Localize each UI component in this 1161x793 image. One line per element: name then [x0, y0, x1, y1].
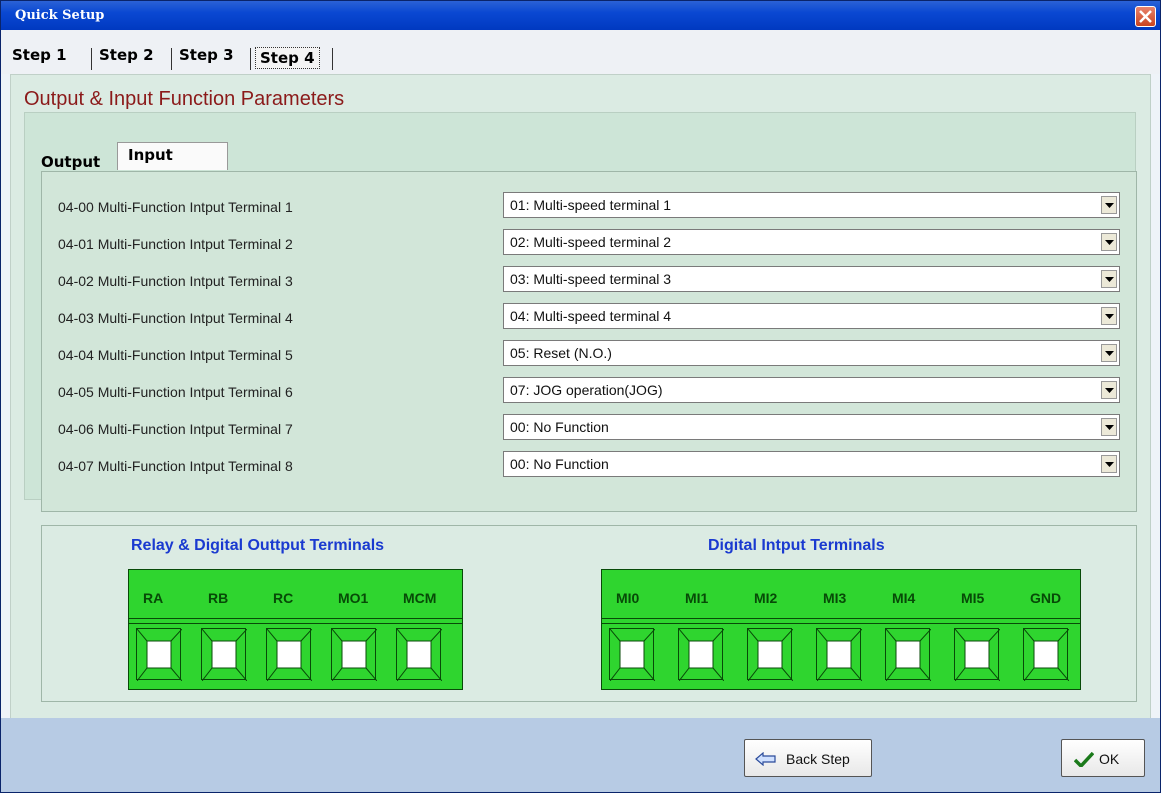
terminal-screw-icon — [748, 629, 793, 681]
terminal-screw-icon — [610, 629, 655, 681]
chevron-down-icon[interactable] — [1101, 307, 1117, 325]
tab-separator — [250, 48, 251, 70]
terminal-screw-icon — [267, 629, 312, 681]
param-label: 04-05 Multi-Function Intput Terminal 6 — [58, 384, 293, 400]
param-select-value: 01: Multi-speed terminal 1 — [510, 197, 672, 213]
chevron-down-icon[interactable] — [1101, 344, 1117, 362]
terminal-label: RC — [273, 590, 294, 606]
back-step-button[interactable]: Back Step — [744, 739, 872, 777]
terminal-screw-icon — [332, 629, 377, 681]
terminal-label: RB — [208, 590, 229, 606]
terminal-screw-icon — [679, 629, 724, 681]
param-label: 04-03 Multi-Function Intput Terminal 4 — [58, 310, 293, 326]
param-select[interactable]: 00: No Function — [503, 414, 1120, 440]
terminal-label: MI4 — [892, 590, 916, 606]
window-title: Quick Setup — [15, 8, 105, 23]
param-select[interactable]: 00: No Function — [503, 451, 1120, 477]
terminal-plug — [954, 628, 1000, 681]
terminal-label: GND — [1030, 590, 1062, 606]
tab-step-4[interactable]: Step 4 — [255, 47, 320, 69]
tab-step-3[interactable]: Step 3 — [179, 46, 234, 64]
relay-terminals-title: Relay & Digital Outtput Terminals — [131, 537, 385, 554]
tab-step-2[interactable]: Step 2 — [99, 46, 154, 64]
back-step-label: Back Step — [786, 751, 850, 767]
tab-separator — [171, 48, 172, 70]
close-icon — [1139, 10, 1152, 23]
digital-terminal-block: MI0 MI1 MI2 MI3 MI4 MI5 GND — [601, 569, 1081, 690]
chevron-down-icon[interactable] — [1101, 233, 1117, 251]
tab-input[interactable]: Input — [117, 142, 228, 170]
terminal-screw-icon — [955, 629, 1000, 681]
terminal-label: RA — [143, 590, 164, 606]
param-select-value: 05: Reset (N.O.) — [510, 345, 612, 361]
param-select[interactable]: 04: Multi-speed terminal 4 — [503, 303, 1120, 329]
terminal-label: MI2 — [754, 590, 778, 606]
footer-bar: Back Step OK — [1, 718, 1160, 792]
terminal-screw-icon — [1024, 629, 1069, 681]
terminal-plug — [136, 628, 182, 681]
param-label: 04-00 Multi-Function Intput Terminal 1 — [58, 199, 293, 215]
section-title: Output & Input Function Parameters — [24, 88, 345, 110]
param-select-value: 02: Multi-speed terminal 2 — [510, 234, 672, 250]
param-select[interactable]: 05: Reset (N.O.) — [503, 340, 1120, 366]
terminal-plug — [396, 628, 442, 681]
step-tab-bar: Step 1 Step 2 Step 3 Step 4 — [1, 30, 1160, 74]
chevron-down-icon[interactable] — [1101, 196, 1117, 214]
checkmark-icon — [1074, 751, 1094, 767]
terminal-plug — [609, 628, 655, 681]
terminal-label: MI1 — [685, 590, 709, 606]
close-button[interactable] — [1135, 6, 1156, 27]
terminal-label: MI3 — [823, 590, 847, 606]
terminal-plug — [266, 628, 312, 681]
param-label: 04-07 Multi-Function Intput Terminal 8 — [58, 458, 293, 474]
tab-separator — [332, 48, 333, 70]
terminal-label: MO1 — [338, 590, 369, 606]
tab-step-1[interactable]: Step 1 — [12, 46, 67, 64]
param-select[interactable]: 01: Multi-speed terminal 1 — [503, 192, 1120, 218]
ok-button[interactable]: OK — [1061, 739, 1145, 777]
title-bar[interactable]: Quick Setup — [1, 1, 1160, 30]
param-label: 04-06 Multi-Function Intput Terminal 7 — [58, 421, 293, 437]
terminal-plug — [201, 628, 247, 681]
terminal-plug — [747, 628, 793, 681]
tab-output[interactable]: Output — [41, 153, 100, 171]
terminal-label: MCM — [403, 590, 437, 606]
terminal-screw-icon — [202, 629, 247, 681]
terminal-plug — [885, 628, 931, 681]
param-select-value: 00: No Function — [510, 456, 609, 472]
param-select-value: 07: JOG operation(JOG) — [510, 382, 663, 398]
chevron-down-icon[interactable] — [1101, 381, 1117, 399]
param-select-value: 00: No Function — [510, 419, 609, 435]
arrow-left-icon — [755, 752, 776, 766]
param-select-value: 03: Multi-speed terminal 3 — [510, 271, 672, 287]
terminal-screw-icon — [817, 629, 862, 681]
param-select-value: 04: Multi-speed terminal 4 — [510, 308, 672, 324]
digital-terminals-title: Digital Intput Terminals — [708, 537, 885, 554]
terminal-plug — [1023, 628, 1069, 681]
param-select[interactable]: 02: Multi-speed terminal 2 — [503, 229, 1120, 255]
param-select[interactable]: 03: Multi-speed terminal 3 — [503, 266, 1120, 292]
quick-setup-window: Quick Setup Step 1 Step 2 Step 3 Step 4 … — [0, 0, 1161, 793]
chevron-down-icon[interactable] — [1101, 418, 1117, 436]
terminal-label: MI5 — [961, 590, 985, 606]
input-params-panel: 04-00 Multi-Function Intput Terminal 1 0… — [41, 171, 1137, 512]
tab-separator — [91, 48, 92, 70]
chevron-down-icon[interactable] — [1101, 455, 1117, 473]
terminal-screw-icon — [137, 629, 182, 681]
terminal-plug — [678, 628, 724, 681]
param-label: 04-02 Multi-Function Intput Terminal 3 — [58, 273, 293, 289]
param-select[interactable]: 07: JOG operation(JOG) — [503, 377, 1120, 403]
param-label: 04-04 Multi-Function Intput Terminal 5 — [58, 347, 293, 363]
ok-label: OK — [1099, 751, 1120, 767]
terminal-plug — [331, 628, 377, 681]
terminal-screw-icon — [886, 629, 931, 681]
chevron-down-icon[interactable] — [1101, 270, 1117, 288]
relay-terminal-block: RA RB RC MO1 MCM — [128, 569, 463, 690]
terminal-screw-icon — [397, 629, 442, 681]
terminal-plug — [816, 628, 862, 681]
terminal-panel: Relay & Digital Outtput Terminals Digita… — [41, 525, 1137, 702]
terminal-label: MI0 — [616, 590, 640, 606]
param-label: 04-01 Multi-Function Intput Terminal 2 — [58, 236, 293, 252]
